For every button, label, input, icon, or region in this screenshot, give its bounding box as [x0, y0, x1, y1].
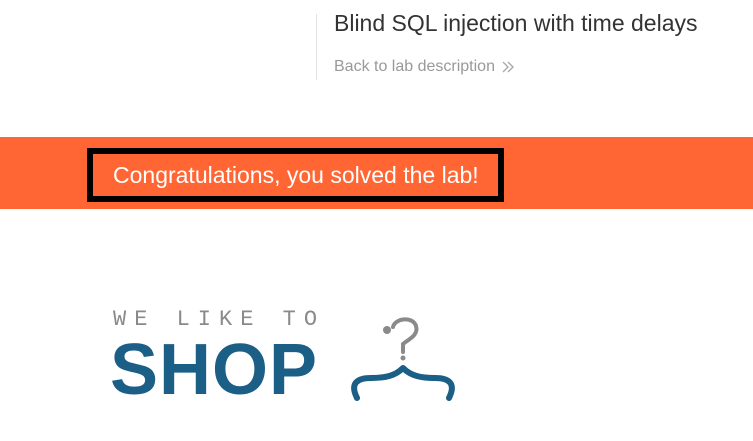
solved-message-box: Congratulations, you solved the lab! — [87, 148, 504, 202]
hanger-icon — [351, 317, 455, 401]
logo-tagline: WE LIKE TO — [113, 307, 326, 332]
back-link-label: Back to lab description — [334, 58, 495, 75]
shop-logo[interactable]: WE LIKE TO SHOP — [110, 306, 470, 406]
logo-name: SHOP — [110, 330, 319, 410]
page: Blind SQL injection with time delays Bac… — [0, 0, 753, 441]
header-divider — [316, 14, 317, 80]
double-chevron-right-icon — [501, 59, 515, 75]
notification-banner: Congratulations, you solved the lab! — [0, 137, 753, 209]
lab-title: Blind SQL injection with time delays — [334, 10, 698, 36]
back-to-lab-description-link[interactable]: Back to lab description — [334, 58, 515, 76]
lab-header: Blind SQL injection with time delays Bac… — [0, 0, 753, 137]
solved-message: Congratulations, you solved the lab! — [113, 161, 479, 188]
